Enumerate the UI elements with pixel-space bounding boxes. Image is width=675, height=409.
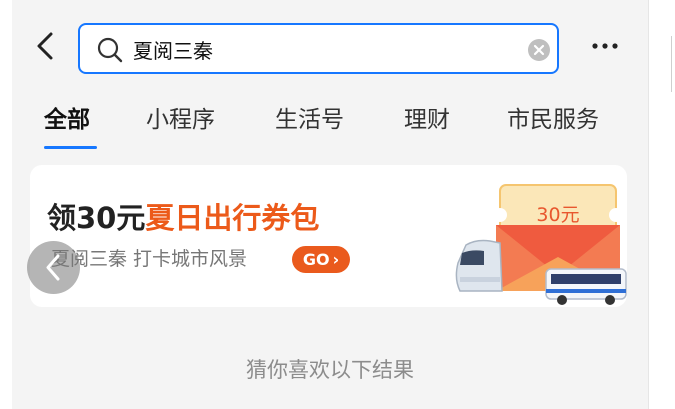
search-input[interactable] [133,34,513,64]
tab-mini-programs[interactable]: 小程序 [146,102,215,138]
chevron-right-icon: › [332,250,340,269]
banner-title-highlight: 夏日出行券包 [145,201,320,235]
active-tab-indicator [44,146,97,149]
adjacent-window-fragment [671,36,675,92]
category-tabs: 全部 小程序 生活号 理财 市民服务 [12,92,648,156]
banner-title: 领30元夏日出行券包 [47,199,319,237]
more-icon [592,43,618,49]
go-button[interactable]: GO › [292,246,350,273]
scroll-left-button[interactable] [27,241,80,294]
tab-citizen-services[interactable]: 市民服务 [507,102,599,138]
clear-button[interactable] [528,39,550,61]
search-box[interactable] [78,23,559,74]
adjacent-window-edge [648,0,675,409]
arrow-left-icon [46,254,60,281]
more-button[interactable] [590,34,620,58]
coupon-envelope-illustration: 30元 [455,184,627,305]
chevron-left-icon [37,32,53,60]
back-button[interactable] [30,28,60,64]
go-label: GO [302,250,330,269]
banner-subtitle: 夏阅三秦 打卡城市风景 [51,248,248,270]
tab-all[interactable]: 全部 [44,102,90,138]
clear-icon [533,44,545,56]
banner-title-prefix: 领30元 [47,201,146,235]
search-icon [97,37,123,63]
app-window: 全部 小程序 生活号 理财 市民服务 领30元夏日出行券包 夏阅三秦 打卡城市风… [12,0,648,409]
tab-life-accounts[interactable]: 生活号 [275,102,344,138]
tab-finance[interactable]: 理财 [404,102,450,138]
promo-banner[interactable]: 领30元夏日出行券包 夏阅三秦 打卡城市风景 GO › 30元 [30,165,627,307]
top-bar [12,0,648,92]
results-hint: 猜你喜欢以下结果 [246,358,414,382]
coupon-amount: 30元 [536,204,579,226]
